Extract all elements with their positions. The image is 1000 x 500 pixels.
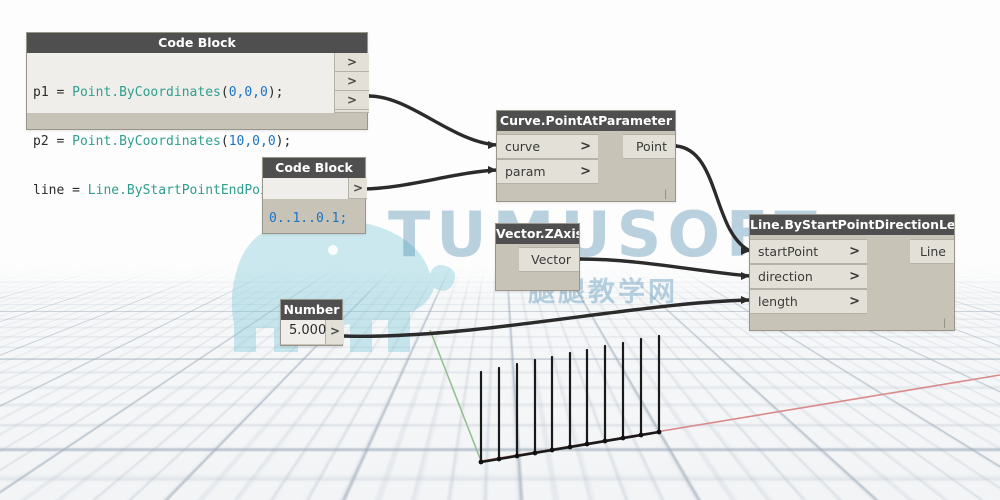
output-port-p2[interactable]: > [335,72,369,91]
output-port-point[interactable]: Point [623,134,675,159]
chevron-right-icon: > [580,139,591,154]
node-line-by-start-point-direction-length[interactable]: Line.ByStartPointDirectionLength startPo… [749,214,955,331]
output-port-line-label: Line [919,244,946,259]
input-port-direction[interactable]: direction > [750,264,867,289]
code-block-1-editor[interactable]: p1 = Point.ByCoordinates(0,0,0); p2 = Po… [27,53,346,198]
node-title-code-block-2: Code Block [263,158,365,178]
code-line-range: 0..1..0.1; [269,211,348,226]
number-value: 5.000 [289,323,327,338]
node-code-block-1[interactable]: Code Block p1 = Point.ByCoordinates(0,0,… [26,32,369,198]
input-port-param[interactable]: param > [497,159,598,184]
node-body-curve-point-at-parameter: curve > param > Point | [497,131,675,202]
node-code-block-2[interactable]: Code Block 0..1..0.1; > [262,157,367,234]
code-line-1: p1 = Point.ByCoordinates(0,0,0); [33,85,284,100]
code-block-2-output-ports: > [349,178,367,199]
output-port-line[interactable]: Line [910,239,954,264]
input-port-startpoint-label: startPoint [758,244,819,259]
code-block-1-output-ports: > > > [335,53,369,113]
output-port-range[interactable]: > [349,178,367,199]
node-resize-handle-line[interactable]: | [943,319,946,329]
number-output-ports: > [326,320,344,344]
input-port-direction-label: direction [758,269,813,284]
node-title-line-by-start-point-direction-length: Line.ByStartPointDirectionLength [750,215,954,235]
node-body-code-block-1: p1 = Point.ByCoordinates(0,0,0); p2 = Po… [27,53,369,198]
output-port-p1[interactable]: > [335,53,369,72]
input-port-curve[interactable]: curve > [497,134,598,159]
node-vector-zaxis[interactable]: Vector.ZAxis Vector [495,223,580,291]
input-port-length[interactable]: length > [750,289,867,314]
input-port-curve-label: curve [505,139,541,154]
node-title-vector-zaxis: Vector.ZAxis [496,224,579,244]
node-body-code-block-2: 0..1..0.1; > [263,178,367,234]
node-body-number: 5.000 > [281,320,344,346]
input-port-startpoint[interactable]: startPoint > [750,239,867,264]
output-port-point-label: Point [635,139,667,154]
node-title-curve-point-at-parameter: Curve.PointAtParameter [497,111,675,131]
number-value-field[interactable]: 5.000 [281,320,326,344]
node-title-number: Number [281,300,342,320]
chevron-right-icon: > [849,294,860,309]
node-number[interactable]: Number 5.000 > [280,299,344,346]
output-port-number[interactable]: > [326,320,344,344]
chevron-right-icon: > [580,164,591,179]
input-port-length-label: length [758,294,798,309]
node-body-line-by-start-point-direction-length: startPoint > direction > length > Line | [750,235,954,331]
code-block-2-editor[interactable]: 0..1..0.1; [263,178,349,226]
output-port-line[interactable]: > [335,91,369,110]
dynamo-canvas: TUMUSOFT 腿腿教学网 Code Block p1 = Point.ByC… [0,0,1000,500]
code-line-2: p2 = Point.ByCoordinates(10,0,0); [33,134,292,149]
chevron-right-icon: > [849,244,860,259]
chevron-right-icon: > [849,269,860,284]
node-resize-handle-curve[interactable]: | [664,190,667,200]
node-curve-point-at-parameter[interactable]: Curve.PointAtParameter curve > param > P… [496,110,676,202]
output-port-vector[interactable]: Vector [519,247,579,272]
node-title-code-block-1: Code Block [27,33,367,53]
output-port-vector-label: Vector [531,252,571,267]
input-port-param-label: param [505,164,546,179]
node-body-vector-zaxis: Vector [496,244,579,291]
